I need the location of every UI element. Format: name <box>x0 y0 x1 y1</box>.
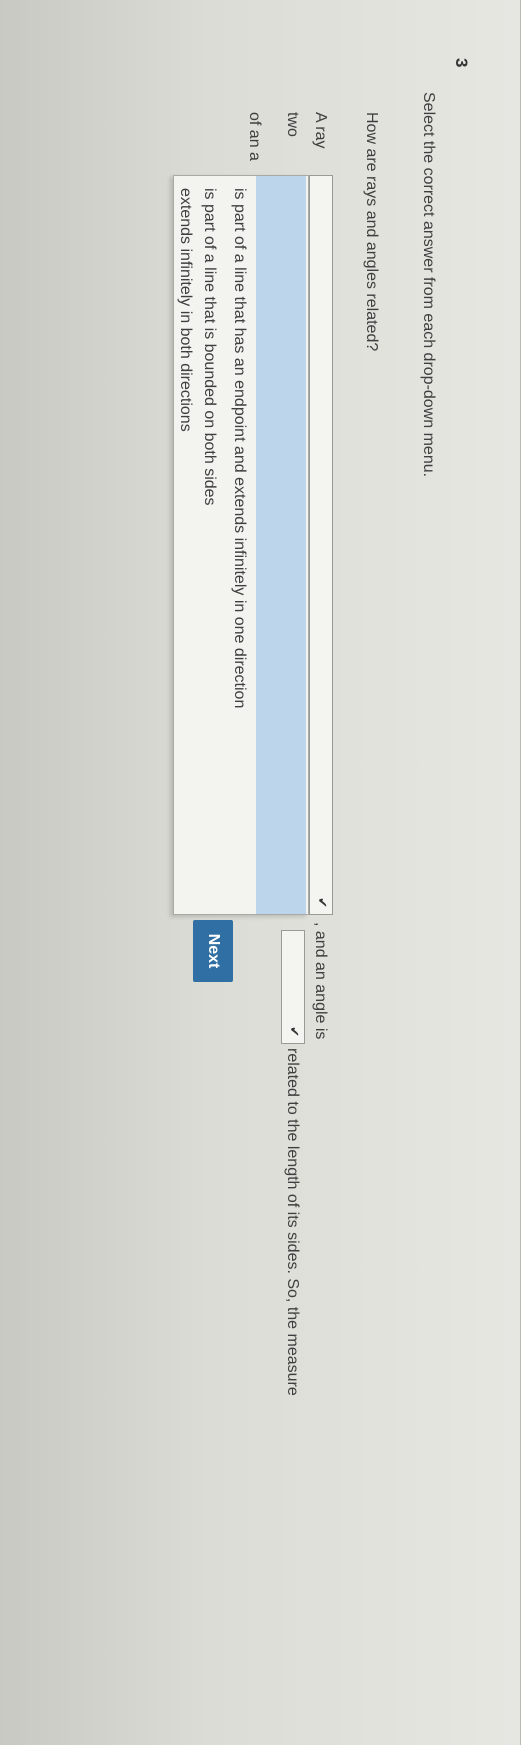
instruction-text: Select the correct answer from each drop… <box>420 92 437 478</box>
sentence-part-4: related to the length of its sides. So, … <box>284 1048 301 1396</box>
ray-definition-dropdown-list: is part of a line that has an endpoint a… <box>173 175 309 915</box>
chevron-down-icon: ✔ <box>287 1026 302 1037</box>
chevron-down-icon: ✔ <box>315 897 330 908</box>
sentence-part-3: two <box>284 112 301 137</box>
ray-definition-select[interactable]: ✔ <box>309 175 333 915</box>
sentence-part-1: A ray <box>312 112 329 149</box>
question-screen: 3 Select the correct answer from each dr… <box>0 0 521 1745</box>
dropdown-option-blank[interactable] <box>256 176 306 914</box>
question-prompt: How are rays and angles related? <box>363 112 380 352</box>
question-number: 3 <box>452 58 471 68</box>
next-button[interactable]: Next <box>193 920 233 982</box>
sentence-part-2: , and an angle is <box>312 922 329 1040</box>
dropdown-option-1[interactable]: is part of a line that has an endpoint a… <box>224 176 254 914</box>
sentence-part-5: of an a <box>246 112 263 161</box>
dropdown-option-3[interactable]: extends infinitely in both directions <box>170 176 200 914</box>
angle-relation-select[interactable]: ✔ <box>281 930 305 1044</box>
